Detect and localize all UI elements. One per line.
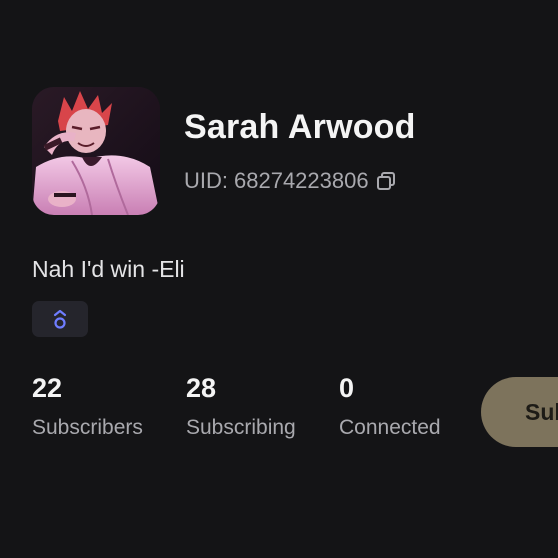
stat-count: 28 — [186, 373, 217, 403]
uid-row: UID: 68274223806 — [184, 167, 397, 195]
stat-connected[interactable]: 0 Connected — [339, 372, 441, 440]
profile-bio: Nah I'd win -Eli — [32, 256, 185, 282]
chevron-left-icon — [30, 0, 60, 10]
uid-value: 68274223806 — [234, 168, 369, 193]
avatar[interactable] — [32, 87, 160, 215]
uid-label: UID: — [184, 168, 228, 193]
subscribe-button[interactable]: Subscribe — [481, 377, 558, 447]
back-button[interactable] — [30, 0, 60, 10]
profile-page: Sarah Arwood UID: 68274223806 Nah I'd wi… — [0, 0, 558, 558]
stat-label: Subscribing — [186, 416, 296, 439]
stat-label: Connected — [339, 416, 441, 439]
stat-count: 0 — [339, 373, 355, 403]
stat-count: 22 — [32, 373, 63, 403]
stat-subscribers[interactable]: 22 Subscribers — [32, 372, 143, 440]
copy-icon[interactable] — [375, 170, 397, 192]
level-badge-icon — [53, 309, 67, 329]
level-badge[interactable] — [32, 301, 88, 337]
profile-name: Sarah Arwood — [184, 108, 416, 146]
avatar-image — [32, 87, 160, 215]
stat-subscribing[interactable]: 28 Subscribing — [186, 372, 296, 440]
stat-label: Subscribers — [32, 416, 143, 439]
